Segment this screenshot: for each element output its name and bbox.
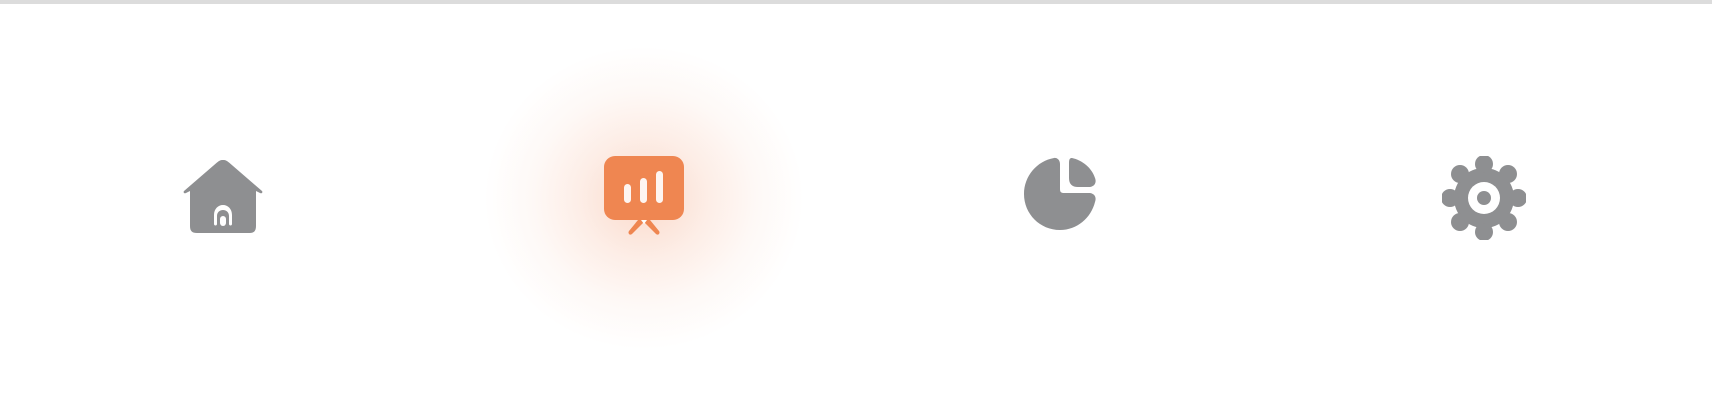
tab-analytics[interactable] [1016,150,1112,246]
tab-home[interactable] [175,150,271,246]
tab-presentation[interactable] [596,150,692,246]
bottom-tab-bar [0,0,1712,400]
tab-settings[interactable] [1436,150,1532,246]
gear-icon [1442,156,1526,240]
presentation-chart-icon [602,156,686,240]
app-screen [0,0,1712,400]
pie-chart-icon [1022,156,1106,240]
home-icon [178,158,268,238]
